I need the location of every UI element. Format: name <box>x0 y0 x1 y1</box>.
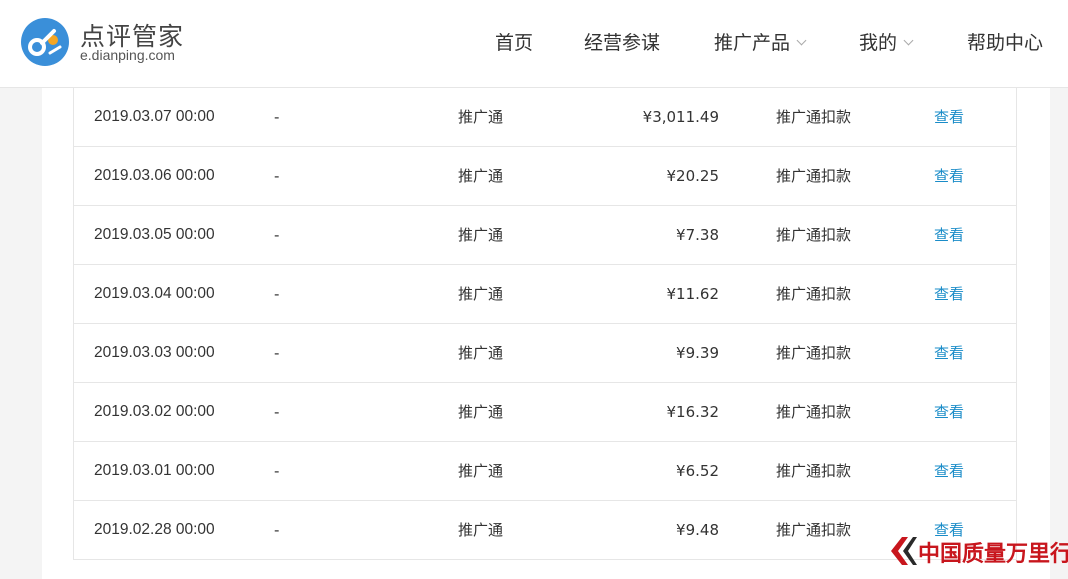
nav-item-business-advisor[interactable]: 经营参谋 <box>584 28 660 54</box>
amount-cell: ¥3,011.49 <box>642 108 719 126</box>
description-cell: 推广通扣款 <box>776 285 852 303</box>
type-cell: 推广通 <box>458 285 504 303</box>
nav-label: 推广产品 <box>714 32 791 54</box>
table-row: 2019.03.07 00:00 - 推广通 ¥3,011.49 推广通扣款 查… <box>74 88 1016 147</box>
placeholder-cell: - <box>274 167 280 185</box>
view-link[interactable]: 查看 <box>934 206 964 264</box>
nav-item-help-center[interactable]: 帮助中心 <box>967 28 1043 54</box>
type-cell: 推广通 <box>458 403 504 421</box>
type-cell: 推广通 <box>458 462 504 480</box>
watermark-text: 中国质量万里行 <box>918 541 1068 567</box>
table-row: 2019.03.04 00:00 - 推广通 ¥11.62 推广通扣款 查看 <box>74 265 1016 324</box>
nav-item-mine[interactable]: 我的 <box>859 28 914 54</box>
description-cell: 推广通扣款 <box>776 344 852 362</box>
nav-label: 我的 <box>859 32 898 54</box>
view-link[interactable]: 查看 <box>934 265 964 323</box>
description-cell: 推广通扣款 <box>776 521 852 539</box>
description-cell: 推广通扣款 <box>776 108 852 126</box>
amount-cell: ¥20.25 <box>666 167 720 185</box>
table-row: 2019.03.01 00:00 - 推广通 ¥6.52 推广通扣款 查看 <box>74 442 1016 501</box>
nav-label: 帮助中心 <box>967 32 1044 54</box>
description-cell: 推广通扣款 <box>776 167 852 185</box>
transaction-table: 2019.03.07 00:00 - 推广通 ¥3,011.49 推广通扣款 查… <box>73 88 1017 560</box>
placeholder-cell: - <box>274 521 280 539</box>
date-cell: 2019.03.04 00:00 <box>94 285 215 302</box>
description-cell: 推广通扣款 <box>776 462 852 480</box>
placeholder-cell: - <box>274 108 280 126</box>
chevron-down-icon <box>796 35 807 46</box>
amount-cell: ¥16.32 <box>666 403 720 421</box>
placeholder-cell: - <box>274 285 280 303</box>
type-cell: 推广通 <box>458 521 504 539</box>
placeholder-cell: - <box>274 462 280 480</box>
nav-item-promotion-products[interactable]: 推广产品 <box>714 28 807 54</box>
nav-label: 经营参谋 <box>584 32 661 54</box>
type-cell: 推广通 <box>458 167 504 185</box>
main-content: 2019.03.07 00:00 - 推广通 ¥3,011.49 推广通扣款 查… <box>42 88 1050 579</box>
dianping-logo-icon <box>21 18 69 66</box>
table-row: 2019.03.06 00:00 - 推广通 ¥20.25 推广通扣款 查看 <box>74 147 1016 206</box>
placeholder-cell: - <box>274 344 280 362</box>
amount-cell: ¥6.52 <box>676 462 719 480</box>
brand-url: e.dianping.com <box>80 47 175 63</box>
amount-cell: ¥11.62 <box>666 285 720 303</box>
view-link[interactable]: 查看 <box>934 88 964 146</box>
nav-label: 首页 <box>495 32 534 54</box>
date-cell: 2019.03.05 00:00 <box>94 226 215 243</box>
date-cell: 2019.03.06 00:00 <box>94 167 215 184</box>
watermark-chevron-icon <box>891 537 917 565</box>
top-navigation-bar: 点评管家 e.dianping.com 首页 经营参谋 推广产品 我的 帮助中心 <box>0 0 1068 88</box>
placeholder-cell: - <box>274 403 280 421</box>
dianping-logo[interactable]: 点评管家 e.dianping.com <box>20 15 240 71</box>
table-row: 2019.03.02 00:00 - 推广通 ¥16.32 推广通扣款 查看 <box>74 383 1016 442</box>
view-link[interactable]: 查看 <box>934 147 964 205</box>
description-cell: 推广通扣款 <box>776 226 852 244</box>
type-cell: 推广通 <box>458 344 504 362</box>
amount-cell: ¥9.48 <box>676 521 719 539</box>
description-cell: 推广通扣款 <box>776 403 852 421</box>
nav-item-home[interactable]: 首页 <box>495 28 533 54</box>
table-row: 2019.02.28 00:00 - 推广通 ¥9.48 推广通扣款 查看 <box>74 501 1016 560</box>
table-row: 2019.03.05 00:00 - 推广通 ¥7.38 推广通扣款 查看 <box>74 206 1016 265</box>
type-cell: 推广通 <box>458 226 504 244</box>
view-link[interactable]: 查看 <box>934 324 964 382</box>
type-cell: 推广通 <box>458 108 504 126</box>
date-cell: 2019.03.03 00:00 <box>94 344 215 361</box>
placeholder-cell: - <box>274 226 280 244</box>
date-cell: 2019.03.07 00:00 <box>94 108 215 125</box>
view-link[interactable]: 查看 <box>934 383 964 441</box>
amount-cell: ¥7.38 <box>676 226 719 244</box>
amount-cell: ¥9.39 <box>676 344 719 362</box>
date-cell: 2019.03.02 00:00 <box>94 403 215 420</box>
date-cell: 2019.02.28 00:00 <box>94 521 215 538</box>
view-link[interactable]: 查看 <box>934 442 964 500</box>
date-cell: 2019.03.01 00:00 <box>94 462 215 479</box>
chevron-down-icon <box>903 35 914 46</box>
table-row: 2019.03.03 00:00 - 推广通 ¥9.39 推广通扣款 查看 <box>74 324 1016 383</box>
watermark: 中国质量万里行 <box>888 534 1068 568</box>
